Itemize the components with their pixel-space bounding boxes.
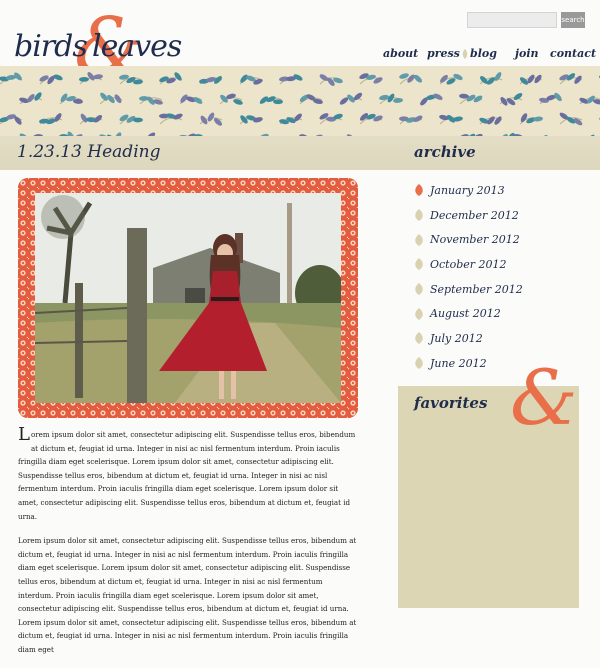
logo-word-birds: birds	[14, 32, 87, 62]
archive-item-june-2012[interactable]: June 2012	[414, 351, 523, 376]
nav-about[interactable]: about	[383, 47, 418, 60]
nav-blog[interactable]: blog	[470, 47, 497, 60]
pattern-leaf	[493, 71, 502, 82]
leaf-icon	[414, 234, 424, 246]
archive-list: January 2013 December 2012 November 2012…	[414, 178, 523, 376]
search-form: search	[467, 12, 585, 28]
nav-join[interactable]: join	[515, 47, 539, 60]
logo-word-leaves: leaves	[92, 32, 181, 62]
leaf-icon	[462, 49, 468, 59]
pattern-leaf	[79, 77, 89, 82]
archive-item-january-2013[interactable]: January 2013	[414, 178, 523, 203]
photo-frame	[18, 178, 358, 418]
pattern-leaf	[393, 98, 403, 104]
leaf-icon	[414, 283, 424, 295]
favorites-heading: favorites	[414, 394, 487, 412]
post-paragraph: Lorem ipsum dolor sit amet, consectetur …	[18, 428, 358, 523]
leaf-icon	[414, 258, 424, 270]
pattern-leaf	[232, 98, 243, 106]
archive-item-july-2012[interactable]: July 2012	[414, 326, 523, 351]
search-input[interactable]	[467, 12, 557, 28]
leaf-icon	[414, 184, 424, 196]
leaf-icon	[414, 332, 424, 344]
archive-heading: archive	[414, 143, 476, 161]
leaf-icon	[414, 209, 424, 221]
archive-item-september-2012[interactable]: September 2012	[414, 277, 523, 302]
search-button[interactable]: search	[561, 12, 585, 28]
pattern-leaf	[533, 74, 543, 85]
nav-press[interactable]: press	[427, 47, 460, 60]
archive-item-november-2012[interactable]: November 2012	[414, 227, 523, 252]
drop-cap: L	[18, 428, 30, 442]
archive-item-october-2012[interactable]: October 2012	[414, 252, 523, 277]
leaf-icon	[414, 308, 424, 320]
leaf-icon	[414, 357, 424, 369]
post-body: Lorem ipsum dolor sit amet, consectetur …	[18, 428, 358, 668]
photo-scene	[35, 193, 341, 403]
pattern-leaf	[493, 115, 503, 126]
post-paragraph: Lorem ipsum dolor sit amet, consectetur …	[18, 534, 358, 656]
leaf-pattern-banner	[0, 66, 600, 136]
favorites-panel: favorites &	[398, 386, 579, 608]
nav-contact[interactable]: contact	[550, 47, 596, 60]
leaf-pattern	[0, 66, 600, 136]
archive-item-december-2012[interactable]: December 2012	[414, 203, 523, 228]
ampersand-ornament: &	[510, 360, 578, 436]
pattern-leaf	[113, 93, 123, 104]
archive-item-august-2012[interactable]: August 2012	[414, 301, 523, 326]
pattern-leaf	[206, 111, 215, 122]
post-title[interactable]: 1.23.13 Heading	[17, 142, 160, 162]
main-nav: about press blog join contact	[380, 47, 582, 63]
post-photo[interactable]	[35, 193, 341, 403]
